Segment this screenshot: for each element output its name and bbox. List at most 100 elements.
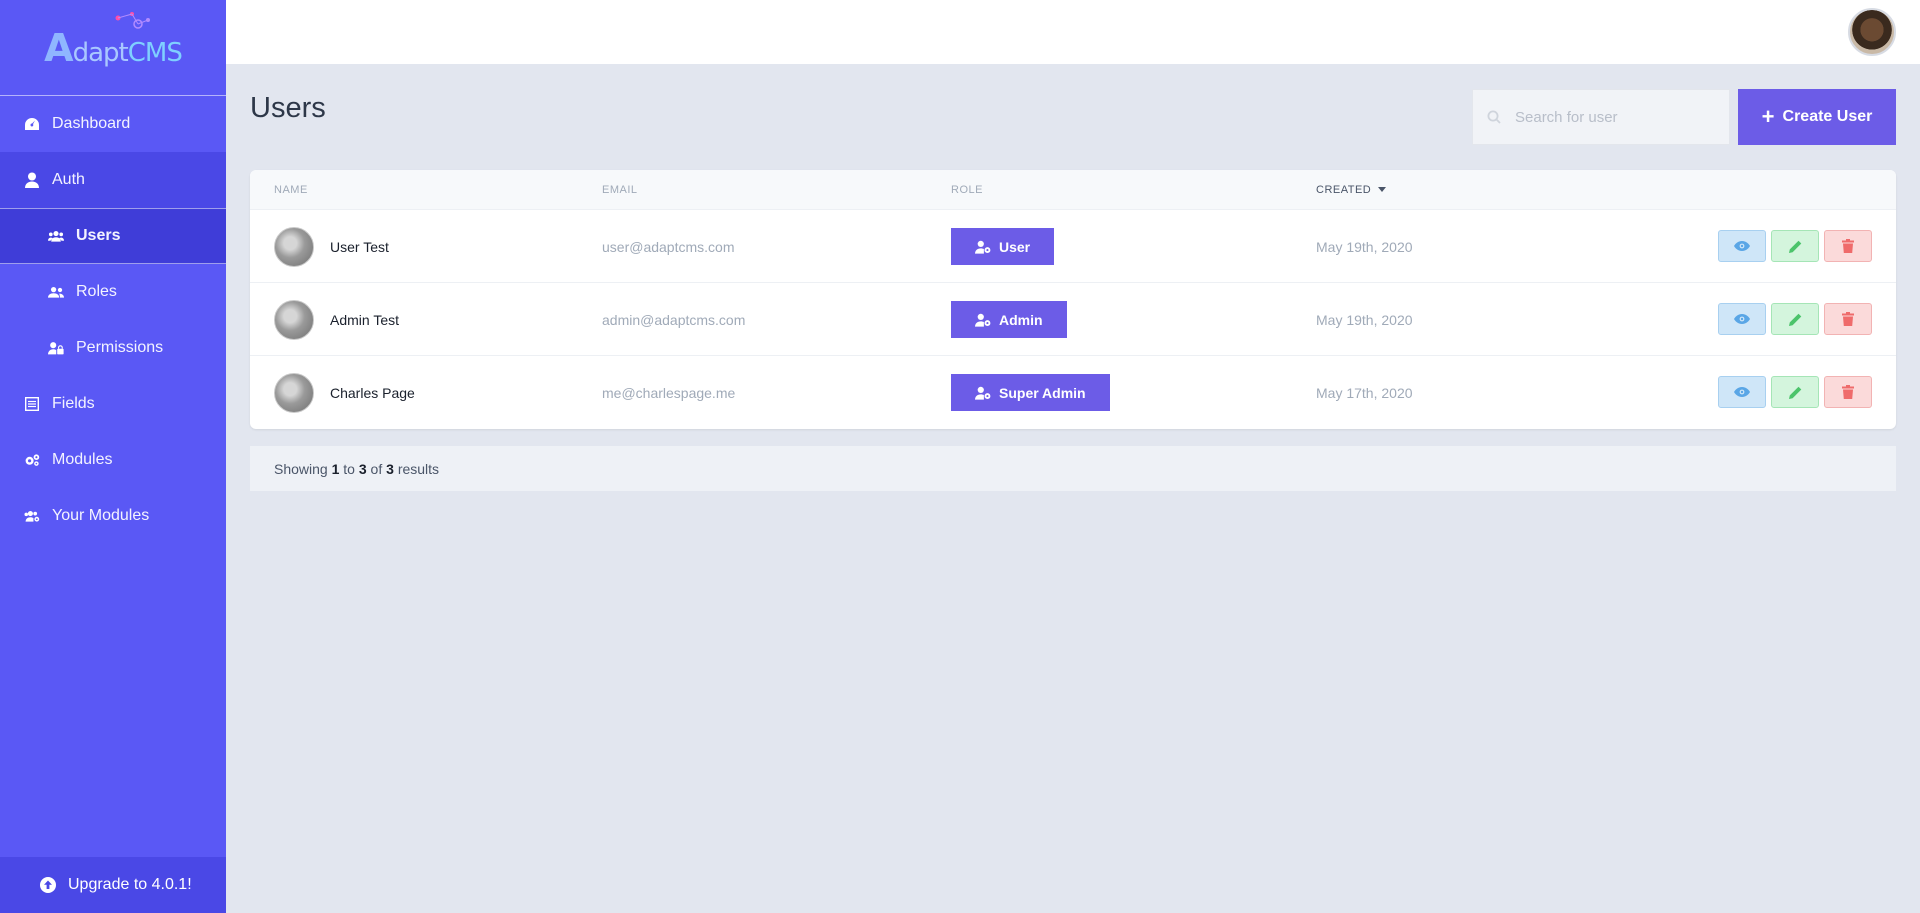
sidebar-item-your-modules[interactable]: Your Modules	[0, 488, 226, 544]
row-actions	[1718, 376, 1872, 408]
created-date: May 17th, 2020	[1316, 385, 1413, 401]
delete-button[interactable]	[1824, 376, 1872, 408]
pencil-icon	[1788, 313, 1801, 326]
pagination-total: 3	[386, 460, 394, 477]
search-icon	[1487, 110, 1501, 124]
tachometer-icon	[24, 116, 40, 132]
logo-word: dapt	[72, 37, 129, 68]
upgrade-label: Upgrade to 4.0.1!	[68, 876, 192, 893]
edit-button[interactable]	[1771, 303, 1819, 335]
sidebar-item-auth[interactable]: Auth	[0, 152, 226, 208]
user-name: Admin Test	[330, 312, 399, 328]
sidebar-item-permissions[interactable]: Permissions	[0, 320, 226, 376]
plus-icon: +	[1761, 104, 1775, 129]
pagination-suffix: results	[397, 460, 440, 477]
role-button[interactable]: Super Admin	[951, 374, 1110, 411]
user-cog-icon	[975, 313, 991, 327]
create-user-button[interactable]: + Create User	[1738, 89, 1896, 145]
table-row: Charles Page me@charlespage.me Super Adm…	[250, 356, 1896, 429]
edit-button[interactable]	[1771, 230, 1819, 262]
user-avatar[interactable]	[1848, 8, 1896, 56]
logo-letter: A	[44, 25, 73, 70]
delete-button[interactable]	[1824, 230, 1872, 262]
pagination-summary: Showing 1 to 3 of 3 results	[250, 446, 1896, 491]
view-button[interactable]	[1718, 230, 1766, 262]
user-avatar	[274, 227, 314, 267]
pagination-to-word: to	[343, 460, 355, 477]
role-button[interactable]: Admin	[951, 301, 1067, 338]
sidebar-item-label: Modules	[52, 451, 113, 468]
pagination-to: 3	[358, 460, 367, 477]
user-avatar	[274, 300, 314, 340]
logo-text: AdaptCMS	[44, 11, 183, 70]
role-label: User	[999, 238, 1031, 255]
sidebar-item-dashboard[interactable]: Dashboard	[0, 96, 226, 152]
table-row: Admin Test admin@adaptcms.com Admin May …	[250, 283, 1896, 356]
pagination-prefix: Showing	[274, 460, 328, 477]
sidebar-item-modules[interactable]: Modules	[0, 432, 226, 488]
eye-icon	[1734, 241, 1750, 251]
users-icon	[48, 228, 64, 244]
search-input[interactable]	[1515, 108, 1715, 126]
logo-molecule-icon	[115, 11, 151, 29]
sidebar-nav: Dashboard Auth Users Roles Permissions F…	[0, 96, 226, 544]
top-bar	[226, 0, 1920, 64]
brand-logo[interactable]: AdaptCMS	[0, 0, 226, 96]
sidebar-item-label: Dashboard	[52, 115, 131, 132]
list-icon	[24, 396, 40, 412]
column-header-email[interactable]: EMAIL	[602, 184, 638, 196]
arrow-circle-up-icon	[40, 877, 56, 893]
edit-button[interactable]	[1771, 376, 1819, 408]
cogs-icon	[24, 452, 40, 468]
user-name: User Test	[330, 239, 389, 255]
column-header-role[interactable]: ROLE	[951, 184, 983, 196]
view-button[interactable]	[1718, 303, 1766, 335]
table-row: User Test user@adaptcms.com User May 19t…	[250, 210, 1896, 283]
pagination-of-word: of	[370, 460, 383, 477]
column-header-created[interactable]: CREATED	[1316, 184, 1386, 196]
user-email: admin@adaptcms.com	[602, 312, 746, 328]
eye-icon	[1734, 387, 1750, 397]
column-header-created-label: CREATED	[1316, 184, 1372, 196]
sidebar-item-users[interactable]: Users	[0, 208, 226, 264]
logo-cms: CMS	[127, 37, 183, 68]
create-user-label: Create User	[1782, 108, 1873, 125]
sidebar-item-roles[interactable]: Roles	[0, 264, 226, 320]
sort-desc-icon	[1377, 187, 1386, 192]
trash-icon	[1842, 385, 1854, 399]
eye-icon	[1734, 314, 1750, 324]
created-date: May 19th, 2020	[1316, 312, 1413, 328]
pagination-from: 1	[331, 460, 340, 477]
user-avatar	[274, 373, 314, 413]
delete-button[interactable]	[1824, 303, 1872, 335]
sidebar-item-label: Your Modules	[52, 507, 150, 524]
row-actions	[1718, 303, 1872, 335]
user-cog-icon	[975, 386, 991, 400]
trash-icon	[1842, 239, 1854, 253]
upgrade-link[interactable]: Upgrade to 4.0.1!	[0, 857, 226, 913]
sidebar-item-label: Permissions	[76, 339, 164, 356]
created-date: May 19th, 2020	[1316, 239, 1413, 255]
table-header: NAME EMAIL ROLE CREATED	[250, 170, 1896, 210]
users-table: NAME EMAIL ROLE CREATED User Test user@a…	[250, 170, 1896, 429]
sidebar-item-label: Users	[76, 227, 121, 244]
search-box	[1472, 89, 1730, 145]
sidebar-item-label: Auth	[52, 171, 85, 188]
user-email: me@charlespage.me	[602, 385, 736, 401]
page-title: Users	[250, 92, 326, 124]
role-label: Super Admin	[999, 384, 1086, 401]
role-button[interactable]: User	[951, 228, 1055, 265]
column-header-name[interactable]: NAME	[274, 184, 308, 196]
sidebar-item-label: Roles	[76, 283, 117, 300]
user-email: user@adaptcms.com	[602, 239, 735, 255]
pencil-icon	[1788, 386, 1801, 399]
user-name: Charles Page	[330, 385, 415, 401]
users-cog-icon	[24, 508, 40, 524]
user-friends-icon	[48, 284, 64, 300]
trash-icon	[1842, 312, 1854, 326]
pencil-icon	[1788, 240, 1801, 253]
user-cog-icon	[975, 240, 991, 254]
view-button[interactable]	[1718, 376, 1766, 408]
sidebar-item-fields[interactable]: Fields	[0, 376, 226, 432]
user-lock-icon	[48, 340, 64, 356]
